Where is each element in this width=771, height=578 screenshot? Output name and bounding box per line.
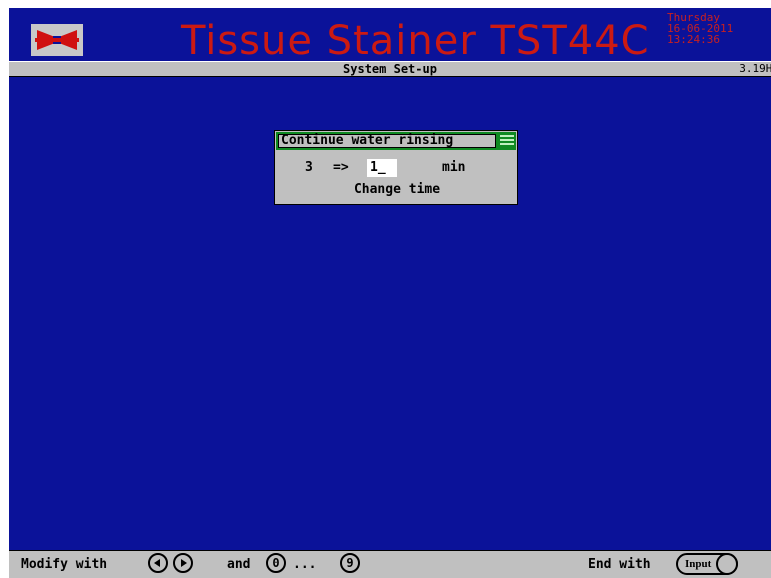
version-label: 3.19HS: [739, 62, 771, 75]
end-label: End with: [588, 557, 651, 572]
key-zero[interactable]: 0: [266, 553, 286, 573]
title-bar-grip-icon: [500, 135, 514, 147]
right-arrow-key-icon[interactable]: [173, 553, 193, 573]
and-label: and: [227, 557, 251, 572]
dialog-title: Continue water rinsing: [278, 134, 496, 148]
water-rinsing-dialog: Continue water rinsing 3 => 1_ min Chang…: [274, 130, 518, 205]
current-value: 3: [305, 160, 313, 175]
input-key-button[interactable]: Input: [676, 553, 738, 575]
clock: Thursday 16-06-2011 13:24:36: [667, 12, 771, 45]
minutes-input[interactable]: 1_: [367, 159, 397, 177]
unit-label: min: [442, 160, 466, 175]
app-title: Tissue Stainer TST44C: [181, 18, 650, 64]
clock-time: 13:24:36: [667, 33, 720, 46]
tissue-stainer-logo-icon: [31, 24, 83, 56]
dialog-title-bar: Continue water rinsing: [276, 132, 516, 150]
subtitle-bar: System Set-up 3.19HS: [9, 61, 771, 77]
blank-key-icon[interactable]: [716, 553, 738, 575]
arrow-label: =>: [333, 160, 349, 175]
screen: Tissue Stainer TST44C Thursday 16-06-201…: [9, 8, 771, 578]
modify-label: Modify with: [21, 557, 108, 572]
footer-bar: Modify with and 0 ... 9 End with Input: [9, 550, 771, 578]
ellipsis-label: ...: [293, 557, 317, 572]
input-key-label: Input: [685, 558, 712, 570]
left-arrow-key-icon[interactable]: [148, 553, 168, 573]
key-nine[interactable]: 9: [340, 553, 360, 573]
page-title: System Set-up: [343, 62, 437, 76]
time-row: 3 => 1_ min: [275, 159, 519, 177]
dialog-hint: Change time: [353, 182, 441, 197]
